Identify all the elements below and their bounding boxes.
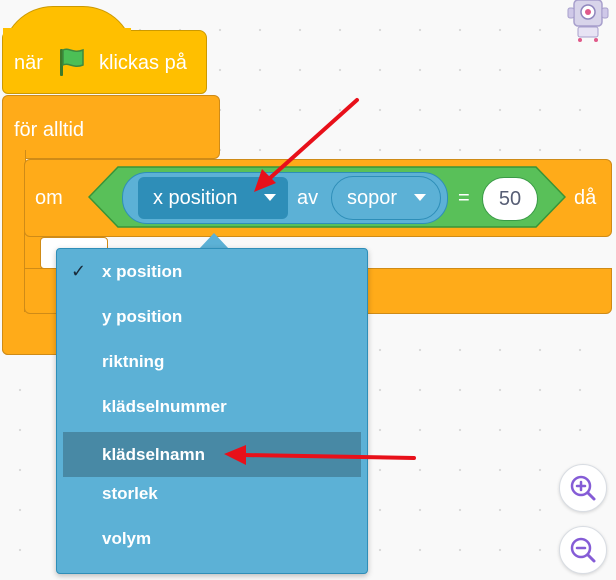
arrow-icon [224, 445, 416, 465]
annotation-arrows [224, 98, 416, 465]
arrow-icon [254, 98, 359, 192]
